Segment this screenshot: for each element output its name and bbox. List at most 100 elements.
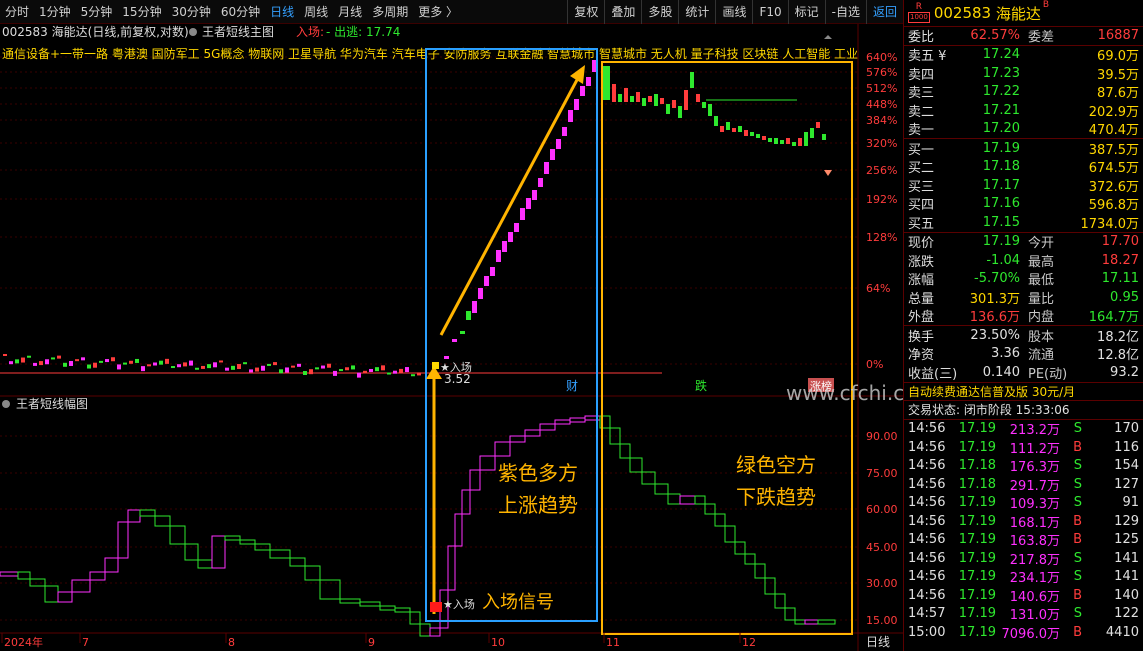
- toolbar-button-5[interactable]: F10: [752, 0, 787, 24]
- tick-row: 15:00 17.19 7096.0万 B 4410: [908, 624, 1139, 642]
- lower-axis-tick: 75.00: [866, 467, 898, 480]
- oscillator-step: [289, 557, 306, 567]
- main-axis-tick: 128%: [866, 231, 897, 244]
- oscillator-step: [734, 541, 746, 555]
- oscillator-step: [454, 513, 463, 547]
- candle: [93, 362, 97, 368]
- oscillator-step: [127, 509, 141, 523]
- candle: [69, 360, 73, 366]
- quote-row: 涨幅 -5.70% 最低 17.11: [908, 271, 1139, 289]
- period-tab-8[interactable]: 月线: [333, 0, 367, 24]
- bid-row: 买四 17.16 596.8万: [908, 196, 1139, 214]
- toolbar-button-6[interactable]: 标记: [787, 0, 825, 24]
- candle: [786, 138, 790, 144]
- candle: [45, 359, 49, 365]
- candle: [393, 370, 397, 374]
- candle: [183, 362, 187, 367]
- oscillator-step: [784, 607, 796, 621]
- candle: [696, 94, 700, 102]
- period-tab-9[interactable]: 多周期: [367, 0, 413, 24]
- ask-row: 卖一 17.20 470.4万: [908, 121, 1139, 139]
- candle: [714, 116, 718, 126]
- toolbar-button-8[interactable]: 返回: [865, 0, 903, 24]
- period-tab-6[interactable]: 日线: [265, 0, 299, 24]
- down-marker-icon: [824, 170, 832, 176]
- kline-chart[interactable]: 002583 海能达(日线,前复权,对数) 王者短线主图 入场: - 出逃: 1…: [0, 24, 903, 651]
- candle: [135, 358, 139, 363]
- candle: [732, 128, 736, 132]
- oscillator-step: [239, 539, 256, 545]
- candle: [550, 149, 555, 160]
- purple-trend-text-2: 上涨趋势: [498, 493, 578, 517]
- candle: [417, 372, 421, 376]
- period-tab-5[interactable]: 60分钟: [216, 0, 265, 24]
- oscillator-step: [429, 627, 441, 637]
- candle: [612, 84, 616, 102]
- period-tab-3[interactable]: 15分钟: [117, 0, 166, 24]
- bid-row: 买三 17.17 372.6万: [908, 177, 1139, 195]
- candle: [309, 369, 313, 375]
- toolbar-button-2[interactable]: 多股: [641, 0, 678, 24]
- exit-label: - 出逃: 17.74: [326, 25, 400, 39]
- purple-trend-text-1: 紫色多方: [498, 461, 578, 485]
- candle: [177, 364, 181, 368]
- candle: [375, 367, 379, 372]
- candle: [123, 362, 127, 365]
- candle: [822, 134, 826, 140]
- fund-row: 收益(三) 0.140 PE(动) 93.2: [908, 364, 1139, 382]
- oscillator-step: [394, 607, 411, 613]
- period-tab-4[interactable]: 30分钟: [167, 0, 216, 24]
- period-tab-0[interactable]: 分时: [0, 0, 34, 24]
- oscillator-step: [724, 525, 736, 543]
- candle: [273, 362, 277, 366]
- candle: [141, 366, 145, 372]
- toolbar-button-4[interactable]: 画线: [715, 0, 752, 24]
- toolbar-button-0[interactable]: 复权: [567, 0, 604, 24]
- tick-row: 14:56 17.19 168.1万 B 129: [908, 513, 1139, 531]
- main-axis-tick: 576%: [866, 66, 897, 79]
- candle: [526, 198, 531, 209]
- candle: [460, 331, 465, 334]
- period-tab-7[interactable]: 周线: [299, 0, 333, 24]
- oscillator-step: [479, 455, 496, 471]
- candle: [219, 360, 223, 363]
- entry-price: 3.52: [444, 372, 471, 386]
- watermark: www.cfchi.com: [786, 381, 903, 405]
- quote-info: 现价 17.19 今开 17.70 涨跌 -1.04 最高 18.27 涨幅 -5.70% 最低 17…: [904, 231, 1143, 325]
- toolbar-button-7[interactable]: -自选: [824, 0, 866, 24]
- candle: [484, 276, 489, 286]
- candle: [195, 367, 199, 370]
- main-axis-tick: 448%: [866, 98, 897, 111]
- green-trend-text-1: 绿色空方: [736, 453, 816, 477]
- tick-row: 14:56 17.18 176.3万 S 154: [908, 458, 1139, 476]
- candle: [544, 162, 549, 174]
- stock-name: 海能达: [995, 4, 1041, 23]
- die-label: 跌: [695, 378, 707, 393]
- candle: [21, 357, 25, 363]
- candle: [27, 355, 31, 358]
- period-tab-2[interactable]: 5分钟: [76, 0, 118, 24]
- candle: [780, 140, 784, 144]
- candle: [405, 367, 409, 373]
- ask-row: 卖四 17.23 39.5万: [908, 65, 1139, 83]
- candle: [744, 130, 748, 136]
- toolbar-button-1[interactable]: 叠加: [604, 0, 641, 24]
- oscillator-step: [71, 579, 91, 593]
- trend-arrow-line: [439, 77, 580, 336]
- period-toolbar: 分时 1分钟 5分钟 15分钟 30分钟 60分钟 日线 周线 月线 多周期 更多 〉 复权 叠加 多股统…: [0, 0, 903, 24]
- indicator-gear-icon[interactable]: [189, 28, 197, 36]
- lower-gear-icon[interactable]: [2, 400, 10, 408]
- candle: [315, 367, 319, 370]
- candle: [87, 364, 91, 369]
- rating-badge: R: [915, 2, 923, 12]
- candle: [762, 136, 766, 140]
- candle: [303, 371, 307, 375]
- period-tab-1[interactable]: 1分钟: [34, 0, 76, 24]
- period-tab-10[interactable]: 更多 〉: [413, 0, 463, 24]
- toolbar-button-3[interactable]: 统计: [678, 0, 715, 24]
- candle: [345, 367, 349, 371]
- candle: [444, 356, 449, 359]
- candle: [213, 362, 217, 368]
- candle: [810, 128, 814, 138]
- tick-row: 14:56 17.19 111.2万 B 116: [908, 439, 1139, 457]
